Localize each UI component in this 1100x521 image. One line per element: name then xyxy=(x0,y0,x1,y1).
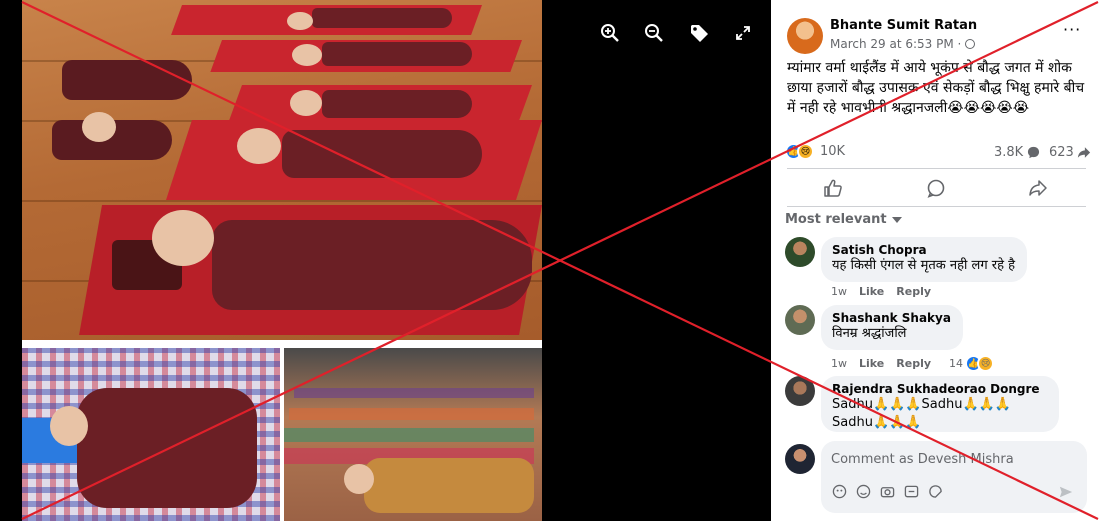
camera-icon[interactable] xyxy=(879,483,895,499)
divider xyxy=(787,168,1086,169)
like-icon xyxy=(824,179,842,197)
comment-button[interactable] xyxy=(924,176,948,200)
comment-sort-label[interactable]: Most relevant xyxy=(785,212,887,227)
post-timestamp[interactable]: March 29 at 6:53 PM · xyxy=(830,37,976,51)
comment-reply-button[interactable]: Reply xyxy=(896,285,931,298)
share-count[interactable]: 623 xyxy=(1049,145,1091,160)
comment-text: विनम्र श्रद्धांजलि xyxy=(832,326,907,341)
current-user-avatar[interactable] xyxy=(785,444,815,474)
comment-icon xyxy=(927,179,945,198)
comment-count-value[interactable]: 3.8K xyxy=(994,145,1023,160)
avatar-sticker-icon[interactable] xyxy=(831,483,847,499)
share-icon xyxy=(1029,180,1047,196)
comment-text: यह किसी एंगल से मृतक नही लग रहे है xyxy=(832,258,1016,273)
reaction-count[interactable]: 10K xyxy=(820,144,845,159)
photo-panel-hall xyxy=(284,348,542,521)
comment-like-button[interactable]: Like xyxy=(859,285,884,298)
comment-reaction-summary[interactable]: 14 👍 😢 xyxy=(949,355,995,372)
author-name[interactable]: Bhante Sumit Ratan xyxy=(830,18,977,33)
post-photo[interactable] xyxy=(22,0,542,521)
gif-icon[interactable] xyxy=(903,483,919,499)
photo-panel-child xyxy=(22,348,280,521)
share-button[interactable] xyxy=(1026,176,1050,200)
commenter-name[interactable]: Shashank Shakya xyxy=(832,311,951,325)
commenter-avatar[interactable] xyxy=(785,376,815,406)
sticker-icon[interactable] xyxy=(927,483,943,499)
post-time-text[interactable]: March 29 at 6:53 PM · xyxy=(830,37,965,51)
comment-reply-button[interactable]: Reply xyxy=(896,357,931,370)
chevron-down-icon xyxy=(891,216,902,223)
like-button[interactable] xyxy=(821,176,845,200)
photo-viewer[interactable] xyxy=(0,0,771,521)
zoom-out-icon[interactable] xyxy=(641,20,667,46)
comment-input[interactable]: Comment as Devesh Mishra xyxy=(831,452,1014,467)
emoji-icon[interactable] xyxy=(855,483,871,499)
comment-meta: 1w Like Reply 14 👍 😢 xyxy=(831,355,995,372)
globe-icon xyxy=(965,39,976,49)
comment-count-icon xyxy=(1028,146,1040,159)
comment-meta: 1w Like Reply xyxy=(831,285,931,298)
post-text: म्यांमार वर्मा थाईलैंड में आये भूकंप से … xyxy=(787,60,1085,116)
comment-count[interactable]: 3.8K xyxy=(994,145,1040,160)
comment-time[interactable]: 1w xyxy=(831,357,847,370)
reaction-summary[interactable]: 👍 😢 10K xyxy=(785,143,845,160)
author-avatar[interactable] xyxy=(787,18,823,54)
comment-bubble: Shashank Shakya विनम्र श्रद्धांजलि xyxy=(821,305,963,350)
comment-bubble: Rajendra Sukhadeorao Dongre Sadhu🙏🙏🙏Sadh… xyxy=(821,376,1059,432)
commenter-name[interactable]: Satish Chopra xyxy=(832,243,1015,257)
comment-time[interactable]: 1w xyxy=(831,285,847,298)
comment-text: Sadhu🙏🙏🙏Sadhu🙏🙏🙏 xyxy=(832,397,1012,412)
comment-composer[interactable]: Comment as Devesh Mishra xyxy=(821,441,1087,513)
photo-panel-main xyxy=(22,0,542,340)
divider xyxy=(787,206,1086,207)
share-count-icon xyxy=(1077,147,1090,158)
sad-reaction-icon: 😢 xyxy=(977,355,995,372)
commenter-name[interactable]: Rajendra Sukhadeorao Dongre xyxy=(832,382,1047,396)
comment-bubble: Satish Chopra यह किसी एंगल से मृतक नही ल… xyxy=(821,237,1028,282)
fullscreen-icon[interactable] xyxy=(730,20,756,46)
commenter-avatar[interactable] xyxy=(785,237,815,267)
more-options-button[interactable]: ··· xyxy=(1063,20,1081,39)
tag-icon[interactable] xyxy=(686,20,712,46)
post-panel: Bhante Sumit Ratan March 29 at 6:53 PM ·… xyxy=(771,0,1100,521)
comment-text-continued: Sadhu🙏🙏🙏 xyxy=(832,415,922,430)
comment-reaction-count[interactable]: 14 xyxy=(949,357,963,370)
zoom-in-icon[interactable] xyxy=(597,20,623,46)
comment-sort-dropdown[interactable]: Most relevant xyxy=(785,212,902,227)
sad-reaction-icon: 😢 xyxy=(797,143,814,160)
send-icon[interactable] xyxy=(1059,485,1073,503)
share-count-value[interactable]: 623 xyxy=(1049,145,1074,160)
comment-like-button[interactable]: Like xyxy=(859,357,884,370)
commenter-avatar[interactable] xyxy=(785,305,815,335)
